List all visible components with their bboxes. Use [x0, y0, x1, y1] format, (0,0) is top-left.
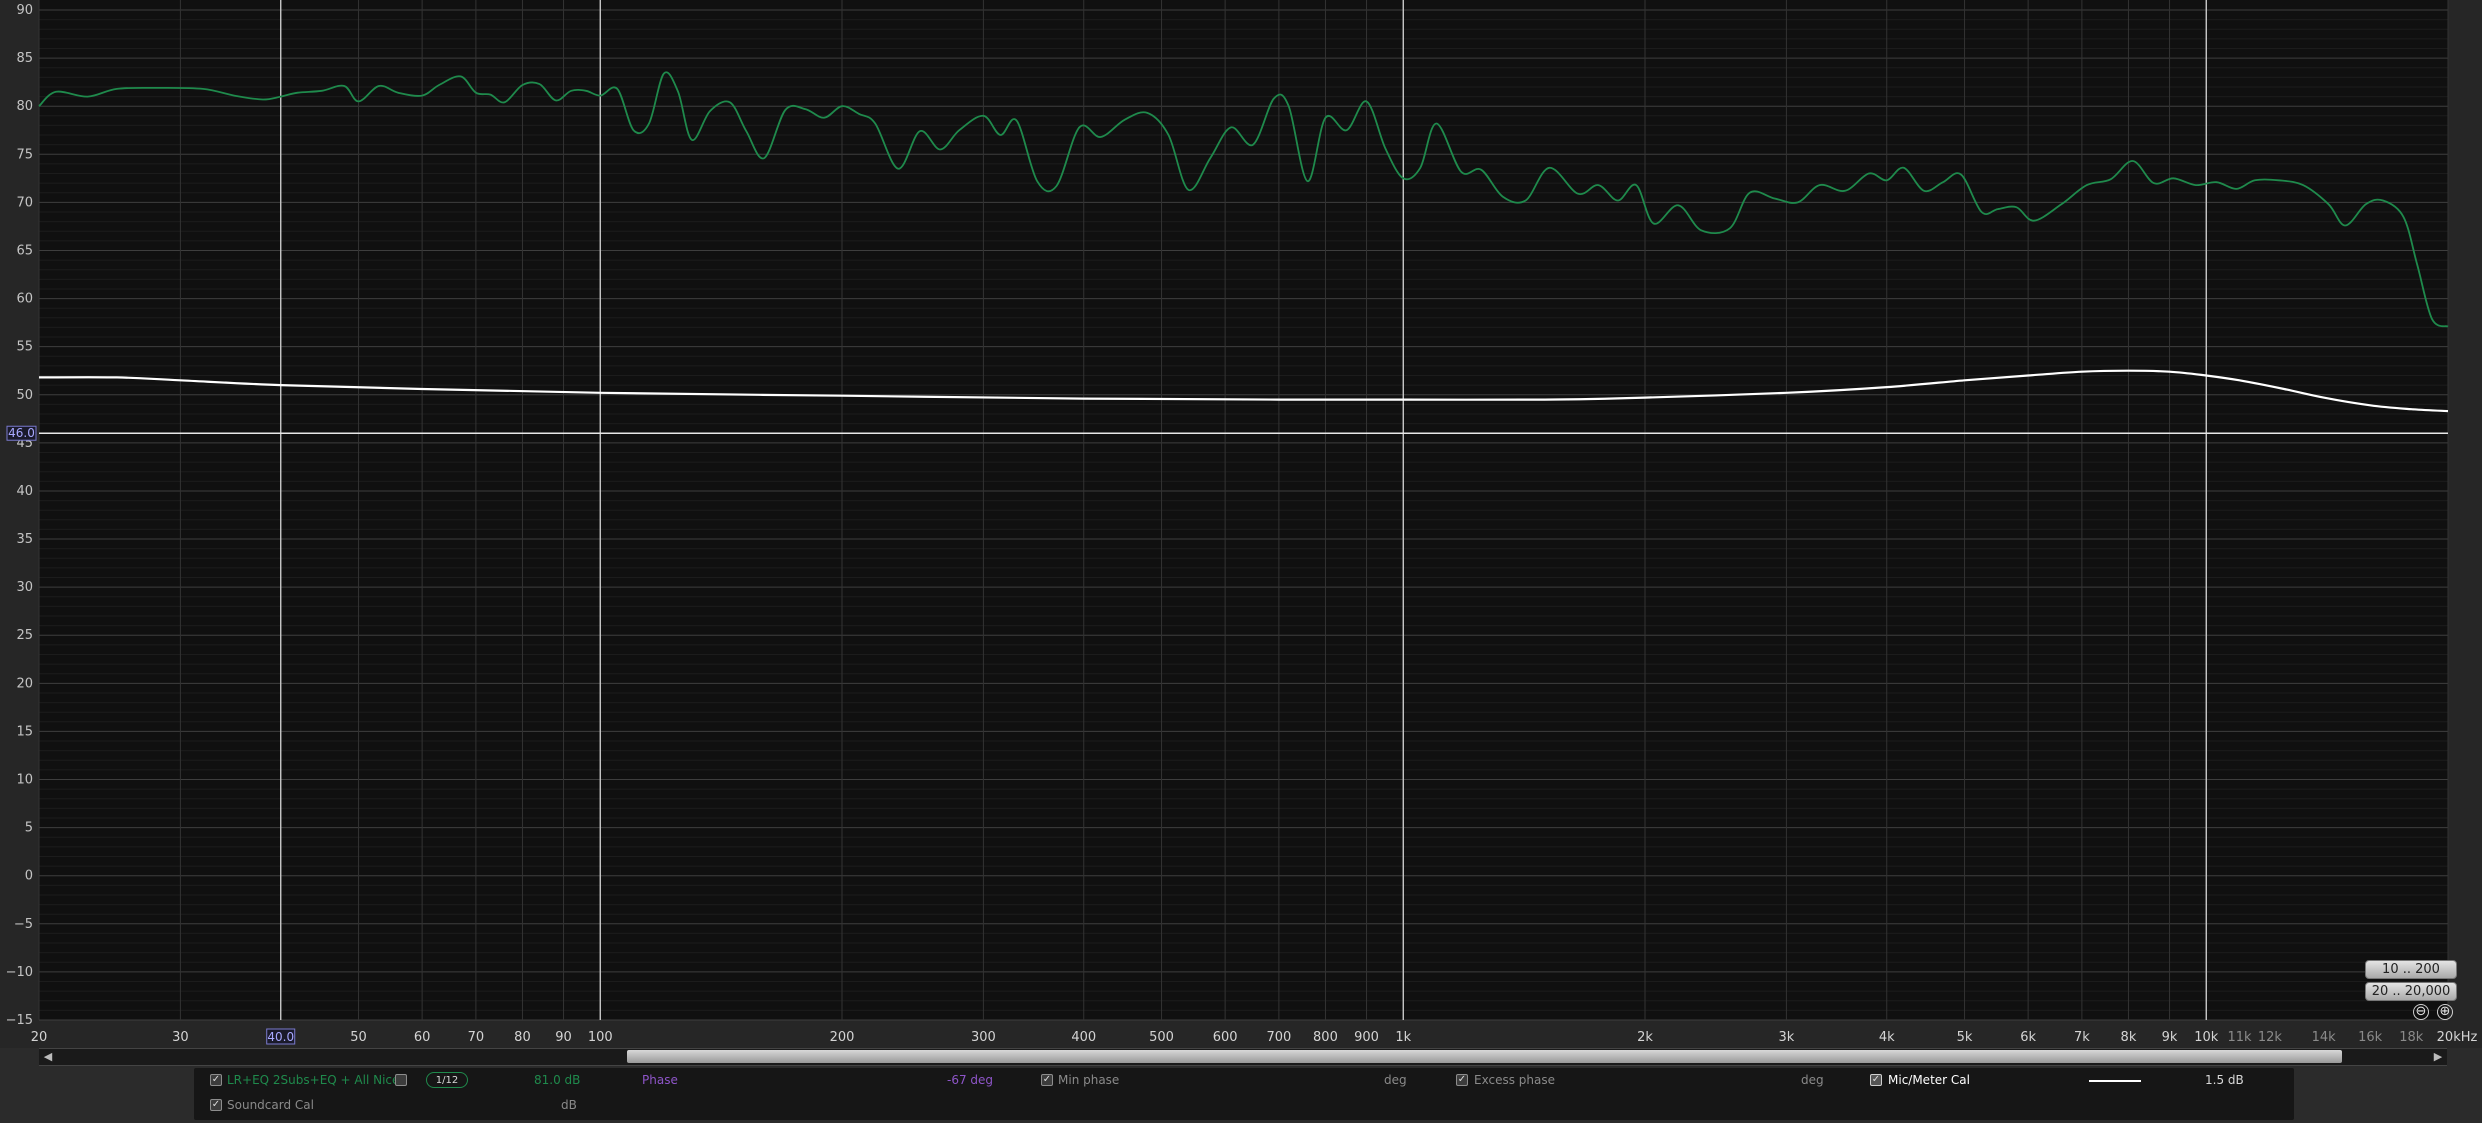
range-20-20000-button[interactable]: 20 .. 20,000	[2365, 982, 2457, 1001]
cal-checkbox[interactable]: ✓	[1870, 1074, 1882, 1086]
x-tick-label: 70	[468, 1030, 485, 1045]
x-tick-label: 900	[1354, 1030, 1379, 1045]
x-tick-label: 400	[1071, 1030, 1096, 1045]
x-tick-label: 500	[1149, 1030, 1174, 1045]
cal-value: 1.5 dB	[2205, 1073, 2244, 1087]
x-tick-label: 5k	[1957, 1030, 1973, 1045]
excess-phase-checkbox[interactable]: ✓	[1456, 1074, 1468, 1086]
phase-label: Phase	[642, 1073, 678, 1087]
x-tick-label: 80	[514, 1030, 531, 1045]
scroll-thumb[interactable]	[627, 1050, 2342, 1063]
y-tick-label: 0	[25, 869, 33, 884]
x-tick-label: 300	[971, 1030, 996, 1045]
cursor-y-label: 46.0	[8, 426, 35, 440]
x-tick-label: 7k	[2074, 1030, 2090, 1045]
y-tick-label: 15	[16, 724, 33, 739]
x-tick-label: 600	[1213, 1030, 1238, 1045]
min-phase-checkbox[interactable]: ✓	[1041, 1074, 1053, 1086]
excess-phase-unit: deg	[1801, 1073, 1824, 1087]
y-tick-label: 80	[16, 99, 33, 114]
y-tick-label: 30	[16, 580, 33, 595]
x-tick-label: 9k	[2162, 1030, 2178, 1045]
x-tick-label: 3k	[1778, 1030, 1794, 1045]
y-tick-label: 55	[16, 340, 33, 355]
x-tick-label: 60	[414, 1030, 431, 1045]
measurement-value: 81.0 dB	[534, 1073, 581, 1087]
y-tick-label: 20	[16, 676, 33, 691]
x-tick-label: 16k	[2358, 1030, 2383, 1045]
x-tick-label: 1k	[1395, 1030, 1411, 1045]
x-tick-label: 10k	[2194, 1030, 2219, 1045]
range-10-200-button[interactable]: 10 .. 200	[2365, 960, 2457, 979]
y-tick-label: 60	[16, 292, 33, 307]
legend-panel: ✓ LR+EQ 2Subs+EQ + All Nice 1/12 81.0 dB…	[194, 1068, 2294, 1120]
cursor-x-label: 40.0	[267, 1030, 294, 1044]
x-tick-label: 20kHz	[2437, 1030, 2478, 1045]
smoothing-numerator: 1	[435, 1075, 443, 1086]
x-tick-label: 18k	[2399, 1030, 2424, 1045]
y-tick-label: 50	[16, 388, 33, 403]
phase-value: -67 deg	[947, 1073, 994, 1087]
cal-line-swatch	[2089, 1080, 2141, 1082]
x-tick-label: 20	[31, 1030, 48, 1045]
x-tick-label: 11k	[2227, 1030, 2252, 1045]
horizontal-scrollbar[interactable]: ◀ ▶	[39, 1048, 2447, 1066]
excess-phase-label: Excess phase	[1474, 1073, 1555, 1087]
phase-checkbox[interactable]	[395, 1074, 407, 1086]
x-tick-label: 700	[1266, 1030, 1291, 1045]
soundcard-cal-unit: dB	[561, 1098, 577, 1112]
x-tick-label: 4k	[1879, 1030, 1895, 1045]
measurement-label: LR+EQ 2Subs+EQ + All Nice	[227, 1073, 400, 1087]
min-phase-label: Min phase	[1058, 1073, 1120, 1087]
y-tick-label: 25	[16, 628, 33, 643]
x-tick-label: 2k	[1637, 1030, 1653, 1045]
scroll-left-icon[interactable]: ◀	[39, 1049, 57, 1065]
y-tick-label: 40	[16, 484, 33, 499]
smoothing-denominator: 12	[445, 1075, 459, 1086]
y-tick-label: −15	[6, 1013, 33, 1028]
scroll-right-icon[interactable]: ▶	[2429, 1049, 2447, 1065]
measurement-checkbox[interactable]: ✓	[210, 1074, 222, 1086]
x-tick-label: 90	[555, 1030, 572, 1045]
x-tick-label: 30	[172, 1030, 189, 1045]
x-tick-label: 14k	[2312, 1030, 2337, 1045]
min-phase-unit: deg	[1384, 1073, 1407, 1087]
y-tick-label: −5	[14, 917, 33, 932]
x-tick-label: 100	[588, 1030, 613, 1045]
spl-plot[interactable]: 908580757065605550454035302520151050−5−1…	[0, 0, 2482, 1048]
y-tick-label: −10	[6, 965, 33, 980]
y-tick-label: 75	[16, 147, 33, 162]
y-tick-label: 35	[16, 532, 33, 547]
soundcard-cal-checkbox[interactable]: ✓	[210, 1099, 222, 1111]
x-tick-label: 200	[830, 1030, 855, 1045]
x-tick-label: 800	[1313, 1030, 1338, 1045]
x-tick-label: 50	[350, 1030, 367, 1045]
y-tick-label: 5	[25, 821, 33, 836]
x-tick-label: 6k	[2020, 1030, 2036, 1045]
y-tick-label: 90	[16, 3, 33, 18]
zoom-out-icon[interactable]: ⊖	[2413, 1004, 2429, 1020]
x-tick-label: 12k	[2258, 1030, 2283, 1045]
soundcard-cal-label: Soundcard Cal	[227, 1098, 314, 1112]
smoothing-badge[interactable]: 1/12	[426, 1072, 468, 1088]
y-tick-label: 65	[16, 243, 33, 258]
y-tick-label: 70	[16, 195, 33, 210]
zoom-in-icon[interactable]: ⊕	[2437, 1004, 2453, 1020]
cal-label: Mic/Meter Cal	[1888, 1073, 1970, 1087]
y-tick-label: 10	[16, 773, 33, 788]
x-tick-label: 8k	[2121, 1030, 2137, 1045]
y-tick-label: 85	[16, 51, 33, 66]
